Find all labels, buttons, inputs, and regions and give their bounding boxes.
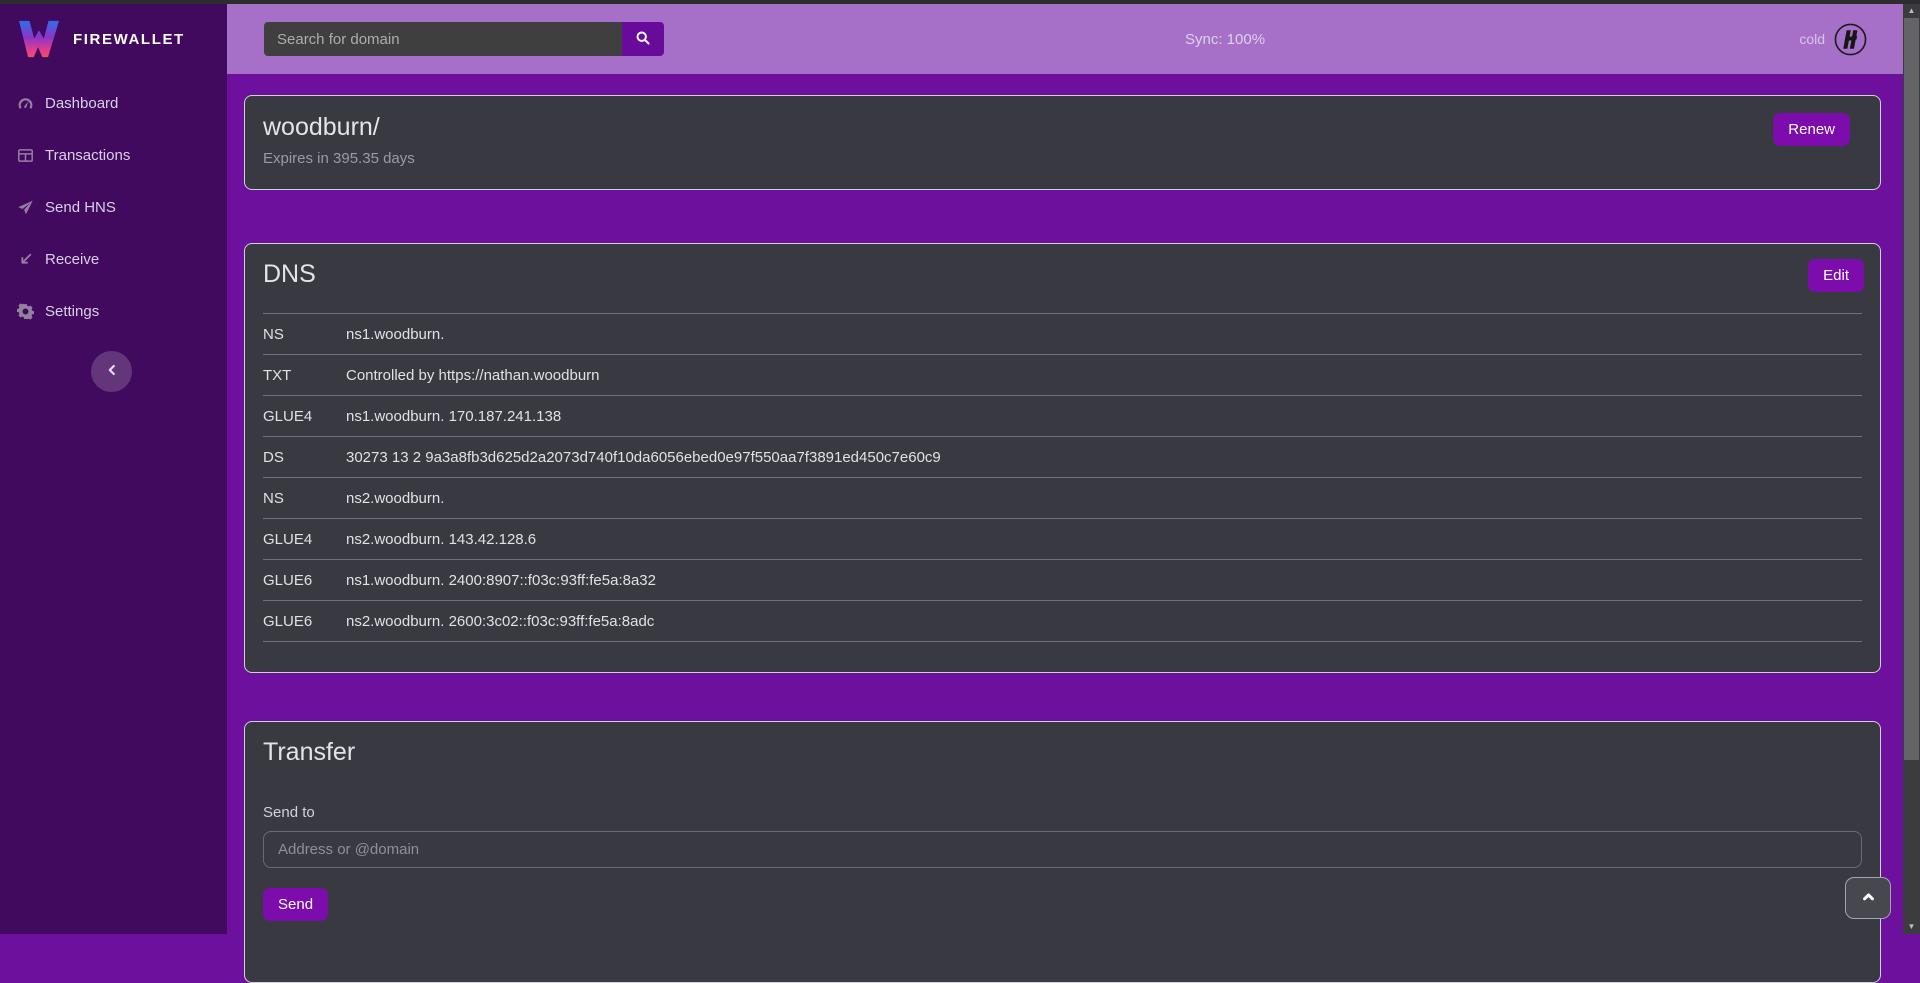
firewallet-logo-icon bbox=[16, 19, 62, 59]
sidebar-item-dashboard[interactable]: Dashboard bbox=[0, 77, 227, 129]
dns-record-value: ns2.woodburn. 143.42.128.6 bbox=[346, 531, 1862, 548]
dns-record-row: GLUE6 ns1.woodburn. 2400:8907::f03c:93ff… bbox=[263, 560, 1862, 601]
sidebar-nav: Dashboard Transactions Send HNS Receive … bbox=[0, 77, 227, 337]
dns-record-row: NS ns1.woodburn. bbox=[263, 314, 1862, 355]
sidebar-item-label: Settings bbox=[45, 303, 99, 320]
dns-record-row: GLUE4 ns1.woodburn. 170.187.241.138 bbox=[263, 396, 1862, 437]
dns-record-row: GLUE4 ns2.woodburn. 143.42.128.6 bbox=[263, 519, 1862, 560]
scrollbar-up-arrow-icon[interactable]: ▲ bbox=[1903, 4, 1920, 18]
window-top-edge bbox=[0, 0, 1920, 4]
dns-record-type: GLUE6 bbox=[263, 613, 346, 630]
dns-record-row: DS 30273 13 2 9a3a8fb3d625d2a2073d740f10… bbox=[263, 437, 1862, 478]
dns-record-type: NS bbox=[263, 326, 346, 343]
sidebar-item-transactions[interactable]: Transactions bbox=[0, 129, 227, 181]
sidebar-item-label: Dashboard bbox=[45, 95, 118, 112]
search-button[interactable] bbox=[622, 22, 664, 56]
sidebar-item-label: Send HNS bbox=[45, 199, 116, 216]
send-button[interactable]: Send bbox=[263, 888, 328, 921]
handshake-logo-icon[interactable] bbox=[1834, 23, 1867, 56]
dns-record-type: GLUE4 bbox=[263, 408, 346, 425]
chevron-up-icon bbox=[1860, 888, 1877, 908]
dns-record-value: ns1.woodburn. 2400:8907::f03c:93ff:fe5a:… bbox=[346, 572, 1862, 589]
transfer-card: Transfer Send to Send bbox=[244, 721, 1881, 983]
wallet-name: cold bbox=[1799, 31, 1825, 47]
table-icon bbox=[17, 147, 34, 164]
sync-status: Sync: 100% bbox=[1185, 4, 1265, 74]
send-icon bbox=[17, 199, 34, 216]
dns-title: DNS bbox=[263, 260, 1862, 289]
transfer-title: Transfer bbox=[263, 738, 1862, 767]
dns-records-table: NS ns1.woodburn. TXT Controlled by https… bbox=[263, 313, 1862, 642]
send-to-label: Send to bbox=[263, 804, 1862, 821]
scroll-to-top-button[interactable] bbox=[1845, 877, 1891, 919]
page-scrollbar[interactable]: ▲ ▼ bbox=[1903, 4, 1920, 934]
renew-button[interactable]: Renew bbox=[1773, 113, 1850, 146]
sidebar-item-label: Receive bbox=[45, 251, 99, 268]
dns-record-row: NS ns2.woodburn. bbox=[263, 478, 1862, 519]
sidebar: FIREWALLET Dashboard Transactions Send H… bbox=[0, 4, 227, 934]
domain-card: woodburn/ Expires in 395.35 days Renew bbox=[244, 95, 1881, 190]
gear-icon bbox=[17, 303, 34, 320]
logo-row: FIREWALLET bbox=[0, 4, 227, 69]
dns-record-type: GLUE4 bbox=[263, 531, 346, 548]
dns-card: DNS Edit NS ns1.woodburn. TXT Controlled… bbox=[244, 243, 1881, 673]
domain-title: woodburn/ bbox=[263, 113, 1862, 142]
sidebar-item-settings[interactable]: Settings bbox=[0, 285, 227, 337]
domain-search bbox=[264, 22, 664, 56]
dns-record-row: GLUE6 ns2.woodburn. 2600:3c02::f03c:93ff… bbox=[263, 601, 1862, 642]
sidebar-item-send-hns[interactable]: Send HNS bbox=[0, 181, 227, 233]
sidebar-item-receive[interactable]: Receive bbox=[0, 233, 227, 285]
dns-record-value: ns2.woodburn. 2600:3c02::f03c:93ff:fe5a:… bbox=[346, 613, 1862, 630]
sidebar-collapse-button[interactable] bbox=[91, 351, 132, 392]
main-content: woodburn/ Expires in 395.35 days Renew D… bbox=[227, 74, 1903, 934]
dns-record-type: NS bbox=[263, 490, 346, 507]
transfer-address-input[interactable] bbox=[263, 831, 1862, 868]
edit-dns-button[interactable]: Edit bbox=[1808, 259, 1864, 292]
app-title: FIREWALLET bbox=[73, 31, 185, 48]
dns-record-type: DS bbox=[263, 449, 346, 466]
dns-record-type: TXT bbox=[263, 367, 346, 384]
scrollbar-down-arrow-icon[interactable]: ▼ bbox=[1903, 920, 1920, 934]
wallet-indicator: cold bbox=[1799, 4, 1867, 74]
domain-expiry: Expires in 395.35 days bbox=[263, 150, 1862, 167]
topbar: Sync: 100% cold bbox=[227, 4, 1903, 74]
dns-record-value: ns1.woodburn. 170.187.241.138 bbox=[346, 408, 1862, 425]
gauge-icon bbox=[17, 95, 34, 112]
sidebar-item-label: Transactions bbox=[45, 147, 130, 164]
dns-record-value: Controlled by https://nathan.woodburn bbox=[346, 367, 1862, 384]
dns-record-value: ns2.woodburn. bbox=[346, 490, 1862, 507]
chevron-left-icon bbox=[104, 362, 120, 381]
search-icon bbox=[635, 30, 651, 49]
dns-record-type: GLUE6 bbox=[263, 572, 346, 589]
dns-record-value: ns1.woodburn. bbox=[346, 326, 1862, 343]
receive-icon bbox=[17, 251, 34, 268]
dns-record-row: TXT Controlled by https://nathan.woodbur… bbox=[263, 355, 1862, 396]
dns-record-value: 30273 13 2 9a3a8fb3d625d2a2073d740f10da6… bbox=[346, 449, 1862, 466]
scrollbar-thumb[interactable] bbox=[1904, 18, 1919, 760]
search-input[interactable] bbox=[264, 22, 622, 56]
